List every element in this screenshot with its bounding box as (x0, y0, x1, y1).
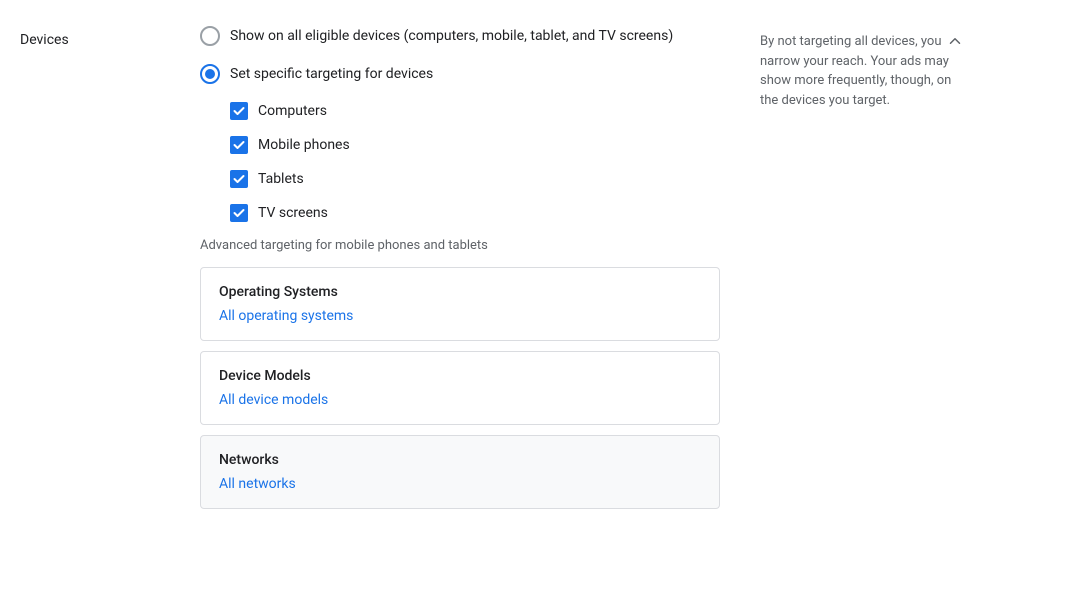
card-operating-systems-title: Operating Systems (219, 284, 701, 300)
section-label: Devices (0, 16, 180, 600)
card-device-models-link[interactable]: All device models (219, 392, 328, 408)
card-operating-systems[interactable]: Operating Systems All operating systems (200, 267, 720, 341)
card-networks[interactable]: Networks All networks (200, 435, 720, 509)
all-devices-option[interactable]: Show on all eligible devices (computers,… (200, 26, 720, 46)
checkmark-icon (233, 139, 245, 151)
all-devices-radio[interactable] (200, 26, 220, 46)
checkbox-tablets-label: Tablets (258, 171, 304, 187)
info-panel: By not targeting all devices, you narrow… (740, 16, 980, 600)
info-panel-text: By not targeting all devices, you narrow… (760, 34, 951, 108)
advanced-targeting-label: Advanced targeting for mobile phones and… (200, 238, 720, 253)
checkmark-icon (233, 105, 245, 117)
specific-targeting-label: Set specific targeting for devices (230, 66, 433, 82)
card-device-models-title: Device Models (219, 368, 701, 384)
checkbox-tv-screens[interactable]: TV screens (230, 204, 720, 222)
checkbox-tablets[interactable]: Tablets (230, 170, 720, 188)
card-networks-title: Networks (219, 452, 701, 468)
checkbox-mobile-phones[interactable]: Mobile phones (230, 136, 720, 154)
checkmark-icon (233, 173, 245, 185)
card-networks-link[interactable]: All networks (219, 476, 296, 492)
all-devices-label: Show on all eligible devices (computers,… (230, 28, 673, 44)
checkbox-mobile-phones-box[interactable] (230, 136, 248, 154)
checkbox-tablets-box[interactable] (230, 170, 248, 188)
radio-inner-dot (205, 69, 215, 79)
card-operating-systems-link[interactable]: All operating systems (219, 308, 353, 324)
checkmark-icon (233, 207, 245, 219)
checkbox-mobile-phones-label: Mobile phones (258, 137, 350, 153)
checkbox-computers-label: Computers (258, 103, 327, 119)
device-checkboxes: Computers Mobile phones Tablets (230, 102, 720, 222)
specific-targeting-radio[interactable] (200, 64, 220, 84)
main-content: Show on all eligible devices (computers,… (180, 16, 740, 600)
specific-targeting-option[interactable]: Set specific targeting for devices (200, 64, 720, 84)
checkbox-tv-screens-box[interactable] (230, 204, 248, 222)
checkbox-computers[interactable]: Computers (230, 102, 720, 120)
checkbox-computers-box[interactable] (230, 102, 248, 120)
checkbox-tv-screens-label: TV screens (258, 205, 328, 221)
collapse-icon[interactable] (946, 32, 964, 57)
card-device-models[interactable]: Device Models All device models (200, 351, 720, 425)
